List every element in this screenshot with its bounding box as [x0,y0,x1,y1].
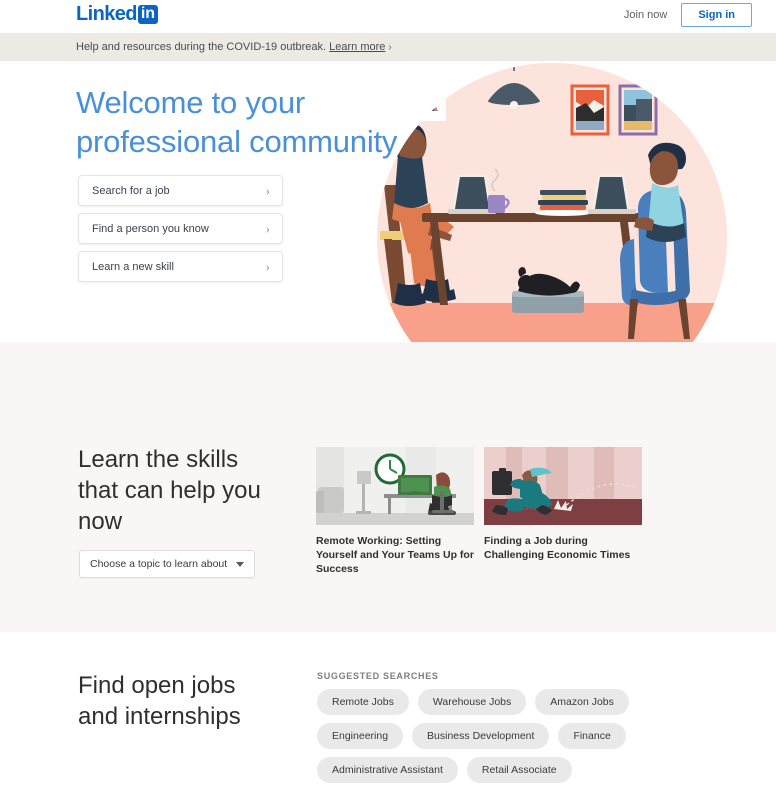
hero-title: Welcome to your professional community [76,83,397,161]
chip-administrative-assistant[interactable]: Administrative Assistant [317,757,458,783]
cta-find-a-person-you-know[interactable]: Find a person you know › [78,213,283,244]
hero-title-line-2: professional community [76,124,398,159]
course-card-list: Remote Working: Setting Yourself and You… [316,447,642,576]
chip-finance[interactable]: Finance [558,723,626,749]
covid-notice-banner: Help and resources during the COVID-19 o… [0,33,776,61]
learn-title-line-1: Learn the skills [78,446,239,473]
cta-label: Search for a job [92,184,170,197]
banner-text-static: Help and resources during the COVID-19 o… [76,41,327,53]
linkedin-homepage: Linked in Join now Sign in Help and resou… [0,0,776,792]
chip-amazon-jobs[interactable]: Amazon Jobs [535,689,629,715]
chevron-right-icon: › [265,258,270,274]
header-actions: Join now Sign in [624,3,752,27]
learn-title-line-2: that can help you [78,477,261,504]
cta-learn-a-new-skill[interactable]: Learn a new skill › [78,251,283,282]
chip-retail-associate[interactable]: Retail Associate [466,757,572,783]
course-thumbnail [484,447,642,525]
hero-title-line-1: Welcome to your [76,85,306,120]
chip-business-development[interactable]: Business Development [412,723,550,749]
course-title: Remote Working: Setting Yourself and You… [316,535,474,575]
join-now-link[interactable]: Join now [624,9,667,21]
suggested-searches-label: SUGGESTED SEARCHES [317,671,439,681]
learn-skills-section: Learn the skills that can help you now C… [0,342,776,632]
find-jobs-section: Find open jobs and internships SUGGESTED… [0,632,776,792]
linkedin-logo[interactable]: Linked in [76,3,159,25]
course-title: Finding a Job during Challenging Economi… [484,535,631,561]
cta-label: Find a person you know [92,222,209,235]
logo-in-badge: in [137,4,159,24]
learn-section-title: Learn the skills that can help you now [78,444,261,537]
sign-in-button[interactable]: Sign in [681,3,752,27]
site-header: Linked in Join now Sign in [0,0,776,33]
chevron-down-icon [236,561,244,567]
chevron-right-icon: › [388,42,392,53]
topic-select-dropdown[interactable]: Choose a topic to learn about [79,550,255,578]
suggested-searches-chips: Remote Jobs Warehouse Jobs Amazon Jobs E… [317,689,717,783]
course-card-remote-working[interactable]: Remote Working: Setting Yourself and You… [316,447,474,576]
chevron-right-icon: › [265,220,270,236]
course-thumbnail [316,447,474,525]
topic-select-value: Choose a topic to learn about [90,558,228,570]
hero-section: Welcome to your professional community S… [0,61,776,342]
chip-warehouse-jobs[interactable]: Warehouse Jobs [417,689,527,715]
learn-more-link[interactable]: Learn more [329,41,385,53]
jobs-title-line-2: and internships [78,703,241,730]
chevron-right-icon: › [265,182,270,198]
hero-cta-list: Search for a job › Find a person you kno… [78,175,283,289]
chip-remote-jobs[interactable]: Remote Jobs [317,689,409,715]
hero-illustration [377,63,727,342]
cta-label: Learn a new skill [92,260,174,273]
chip-engineering[interactable]: Engineering [317,723,404,749]
cta-search-for-a-job[interactable]: Search for a job › [78,175,283,206]
logo-wordmark: Linked [76,3,137,25]
jobs-title-line-1: Find open jobs [78,672,236,699]
course-card-finding-a-job[interactable]: Finding a Job during Challenging Economi… [484,447,642,576]
jobs-section-title: Find open jobs and internships [78,670,241,732]
banner-message: Help and resources during the COVID-19 o… [76,41,392,53]
learn-title-line-3: now [78,508,123,535]
